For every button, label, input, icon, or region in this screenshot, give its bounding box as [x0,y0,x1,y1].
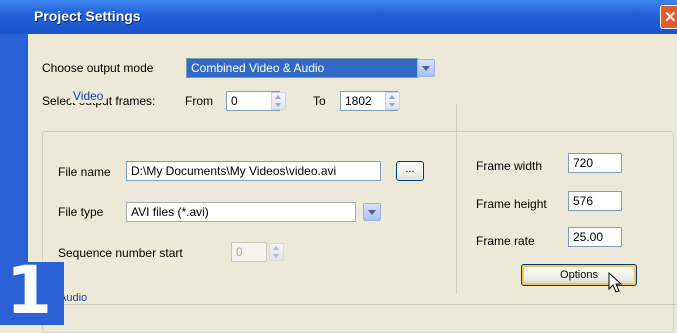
file-type-dropdown-button[interactable] [363,203,381,221]
window-title: Project Settings [34,8,141,24]
output-mode-select[interactable]: Combined Video & Audio [186,58,418,78]
mouse-cursor-icon [608,272,623,293]
from-label: From [185,94,213,108]
video-group-label: Video [70,89,107,103]
close-icon: ✕ [664,9,677,26]
file-type-label: File type [58,205,104,219]
dialog-body: Choose output mode Combined Video & Audi… [28,34,677,333]
step-number-text: 1 [6,252,52,329]
frame-height-label: Frame height [476,197,547,211]
title-bar: Project Settings ✕ [0,0,677,34]
to-frame-spinner[interactable] [385,92,400,110]
close-button[interactable]: ✕ [660,5,677,29]
video-divider [456,104,457,294]
audio-group-border [60,304,677,305]
file-name-input[interactable]: D:\My Documents\My Videos\video.avi [126,161,381,181]
step-number-badge: 1 [0,258,64,325]
output-mode-label: Choose output mode [42,61,154,75]
file-type-select[interactable]: AVI files (*.avi) [126,202,356,222]
frame-rate-label: Frame rate [476,234,535,248]
from-frame-spinner[interactable] [271,92,286,110]
frame-width-input[interactable]: 720 [568,153,622,173]
browse-button[interactable]: ... [396,161,424,181]
output-mode-dropdown-button[interactable] [417,59,435,77]
sequence-number-input[interactable]: 0 [231,242,267,262]
frame-height-input[interactable]: 576 [568,191,622,211]
sequence-number-label: Sequence number start [58,246,183,260]
file-name-label: File name [58,165,111,179]
sequence-number-spinner[interactable] [269,243,284,261]
to-label: To [313,94,326,108]
frame-width-label: Frame width [476,159,543,173]
frame-rate-input[interactable]: 25.00 [568,227,622,247]
